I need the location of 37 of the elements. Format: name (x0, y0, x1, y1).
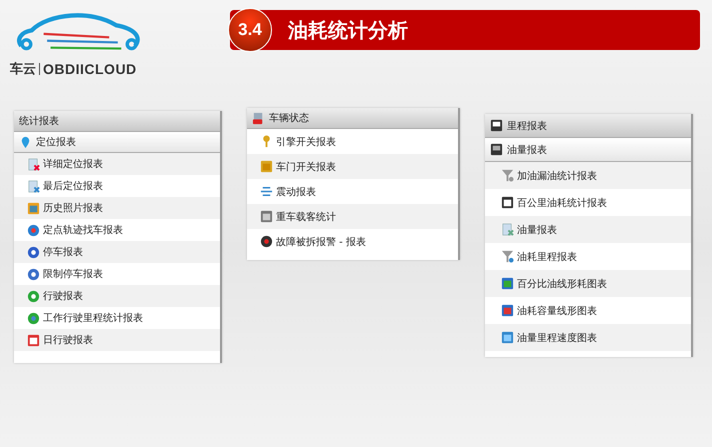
menu-item[interactable]: 百分比油线形耗图表 (485, 270, 691, 297)
menu-item[interactable]: 油耗容量线形图表 (485, 297, 691, 324)
menu-item[interactable]: 车门开关报表 (247, 154, 458, 179)
document-icon (27, 180, 40, 192)
menu-item[interactable]: 最后定位报表 (14, 175, 220, 197)
menu-item[interactable]: 详细定位报表 (14, 153, 220, 175)
menu-item[interactable]: 加油漏油统计报表 (485, 162, 691, 189)
menu-item[interactable]: 停车报表 (14, 241, 220, 263)
menu-group-header[interactable]: 定位报表 (14, 132, 220, 153)
funnel-icon (501, 169, 514, 182)
menu-item[interactable]: 油耗里程报表 (485, 243, 691, 270)
logo-text: OBDIICLOUD (43, 61, 137, 77)
menu-item[interactable]: 工作行驶里程统计报表 (14, 307, 220, 329)
menu-item[interactable]: 限制停车报表 (14, 263, 220, 285)
menu-item[interactable]: 行驶报表 (14, 285, 220, 307)
document-icon (501, 223, 514, 236)
menu-item[interactable]: 故障被拆报警 - 报表 (247, 229, 458, 254)
menu-item[interactable]: 历史照片报表 (14, 197, 220, 219)
logo-chinese-text: 车云 (10, 60, 36, 78)
menu-group-header[interactable]: 油量报表 (485, 138, 691, 162)
section-number-badge: 3.4 (228, 8, 272, 52)
slide-title: 油耗统计分析 (288, 16, 408, 44)
menu-item[interactable]: 日行驶报表 (14, 329, 220, 351)
menu-item[interactable]: 震动报表 (247, 179, 458, 204)
lines-icon (260, 185, 273, 198)
menu-item[interactable]: 重车载客统计 (247, 204, 458, 229)
menu-item[interactable]: 定点轨迹找车报表 (14, 219, 220, 241)
document-icon (27, 158, 40, 170)
funnel-icon (501, 250, 514, 263)
menu-item[interactable]: 油量报表 (485, 216, 691, 243)
menu-group-header[interactable]: 统计报表 (14, 111, 220, 132)
menu-item[interactable]: 油量里程速度图表 (485, 324, 691, 351)
menu-group-header[interactable]: 车辆状态 (247, 108, 458, 129)
menu-item[interactable]: 百公里油耗统计报表 (485, 189, 691, 216)
menu-group-header[interactable]: 里程报表 (485, 114, 691, 138)
map-pin-icon (19, 136, 32, 148)
menu-item[interactable]: 引擎开关报表 (247, 129, 458, 154)
